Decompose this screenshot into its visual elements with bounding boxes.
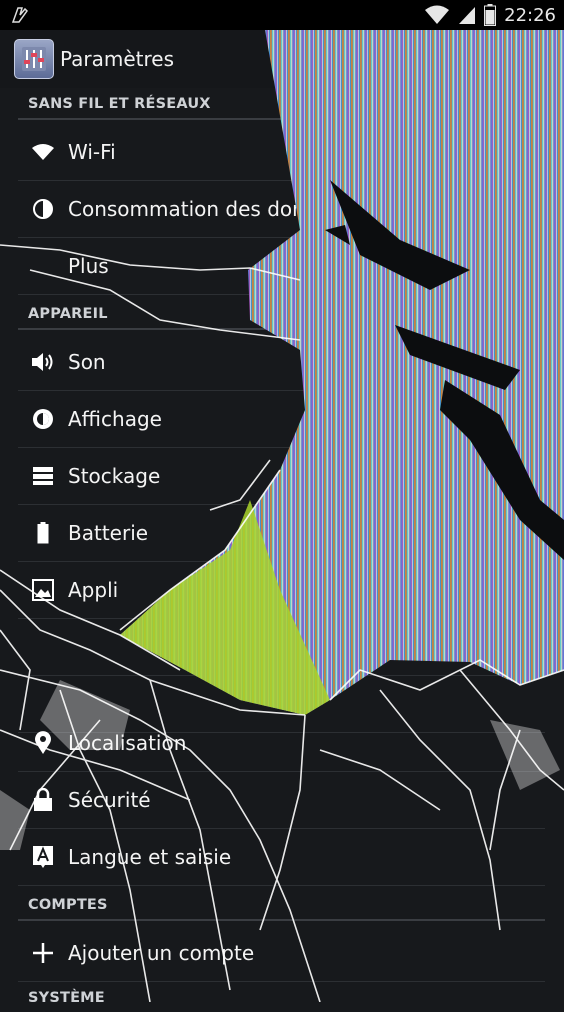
settings-item-more[interactable]: Plus	[18, 238, 545, 295]
settings-item-sound[interactable]: Son	[18, 334, 545, 391]
settings-item-battery[interactable]: Batterie	[18, 505, 545, 562]
wifi-icon	[425, 5, 450, 24]
location-pin-icon	[35, 731, 51, 754]
settings-item-label: Ajouter un compte	[68, 941, 255, 965]
settings-item-label: Stockage	[68, 464, 161, 488]
section-header-device: APPAREIL	[18, 306, 545, 330]
settings-item-storage[interactable]: Stockage	[18, 448, 545, 505]
settings-item-wifi[interactable]: Wi-Fi	[18, 124, 545, 181]
settings-item-add-account[interactable]: Ajouter un compte	[18, 925, 545, 982]
settings-item-label: Consommation des don	[68, 197, 305, 221]
settings-item-label: Localisation	[68, 731, 187, 755]
battery-icon	[37, 522, 49, 544]
section-header-accounts: COMPTES	[18, 897, 545, 921]
lock-icon	[34, 788, 52, 811]
settings-item-label: Plus	[68, 254, 109, 278]
brightness-icon	[33, 409, 53, 429]
wifi-icon	[32, 144, 54, 160]
speaker-icon	[32, 353, 53, 371]
signal-icon	[459, 7, 476, 24]
language-icon	[33, 846, 53, 868]
settings-item-label: Sécurité	[68, 788, 151, 812]
section-header-wireless: SANS FIL ET RÉSEAUX	[18, 96, 545, 120]
settings-item-apps[interactable]: Appli	[18, 562, 545, 619]
apps-icon	[32, 579, 54, 601]
settings-item-label: Batterie	[68, 521, 149, 545]
settings-item-label: Son	[68, 350, 106, 374]
data-usage-icon	[33, 199, 53, 219]
section-header-system: SYSTÈME	[28, 990, 105, 1006]
action-bar: Paramètres	[0, 30, 564, 88]
notification-icon	[11, 7, 28, 23]
storage-icon	[33, 467, 53, 485]
battery-icon	[484, 4, 497, 26]
plus-icon	[33, 943, 53, 963]
settings-item-label: Langue et saisie	[68, 845, 232, 869]
settings-item-label: Appli	[68, 578, 119, 602]
page-title: Paramètres	[60, 47, 175, 71]
settings-item-location[interactable]: Localisation	[18, 715, 545, 772]
status-bar: 22:26	[0, 0, 564, 30]
settings-item-label: Affichage	[68, 407, 162, 431]
clock: 22:26	[504, 4, 556, 26]
settings-item-label: Wi-Fi	[68, 140, 116, 164]
settings-item-data-usage[interactable]: Consommation des don	[18, 181, 545, 238]
settings-item-security[interactable]: Sécurité	[18, 772, 545, 829]
settings-item-display[interactable]: Affichage	[18, 391, 545, 448]
settings-item-hidden	[18, 619, 545, 676]
settings-sliders-icon[interactable]	[14, 39, 54, 79]
settings-item-language[interactable]: Langue et saisie	[18, 829, 545, 886]
